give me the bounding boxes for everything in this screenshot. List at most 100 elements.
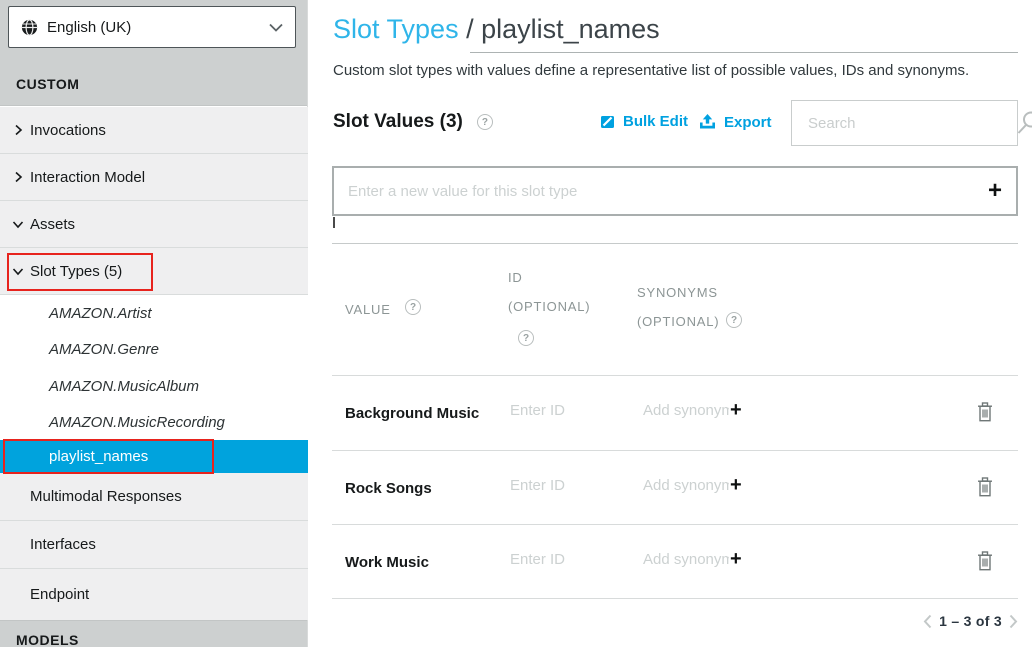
sidebar-item-endpoint[interactable]: Endpoint (0, 569, 308, 620)
sidebar-item-slot-types[interactable]: Slot Types (5) (0, 248, 308, 294)
slot-type-label: AMAZON.MusicRecording (49, 414, 225, 431)
new-slot-value-input[interactable] (334, 183, 988, 200)
chevron-down-icon (11, 217, 25, 231)
chevron-down-icon (269, 23, 283, 32)
slot-type-label: AMAZON.Genre (49, 341, 159, 358)
sidebar-item-label: Multimodal Responses (30, 488, 182, 505)
slot-type-label: AMAZON.MusicAlbum (49, 378, 199, 395)
sidebar-item-playlist-names[interactable]: playlist_names (0, 440, 308, 473)
row-id-input[interactable] (510, 402, 622, 419)
delete-row-button[interactable] (976, 477, 994, 498)
alexa-console-slot-types-page: English (UK) CUSTOM Invocations Interact… (0, 0, 1032, 647)
column-header-synonyms-label: SYNONYMS (637, 285, 718, 300)
sidebar-item-label: Interfaces (30, 536, 96, 553)
sidebar-item-amazon-artist[interactable]: AMAZON.Artist (0, 295, 308, 331)
language-selector[interactable]: English (UK) (8, 6, 296, 48)
slot-values-heading: Slot Values (3) ? (333, 111, 493, 133)
help-icon[interactable]: ? (405, 299, 421, 315)
slot-values-title: Slot Values (3) (333, 111, 463, 133)
sidebar: English (UK) CUSTOM Invocations Interact… (0, 0, 308, 647)
column-header-synonyms-optional-label: (OPTIONAL) (637, 314, 719, 329)
help-icon[interactable]: ? (477, 114, 493, 130)
breadcrumb: Slot Types / playlist_names (333, 14, 660, 45)
help-icon[interactable]: ? (518, 330, 534, 346)
table-row: Rock Songs + (332, 450, 1018, 524)
breadcrumb-separator: / (459, 14, 482, 44)
column-header-id-label: ID (508, 270, 523, 285)
column-header-id-optional-label: (OPTIONAL) (508, 299, 590, 314)
title-underline (470, 52, 1018, 53)
chevron-right-icon (11, 123, 25, 137)
sidebar-item-label: Interaction Model (30, 169, 145, 186)
sidebar-item-label: Invocations (30, 122, 106, 139)
sidebar-bottom-section: MODELS (0, 620, 307, 647)
row-id-input[interactable] (510, 477, 622, 494)
column-header-id: ID (508, 270, 523, 285)
sidebar-item-interfaces[interactable]: Interfaces (0, 521, 308, 568)
sidebar-top-section: English (UK) CUSTOM (0, 0, 307, 106)
add-synonym-button[interactable]: + (730, 475, 742, 495)
slot-value-text[interactable]: Rock Songs (345, 480, 432, 497)
chevron-down-icon (11, 264, 25, 278)
export-label: Export (724, 114, 772, 131)
row-synonym-input[interactable] (643, 402, 729, 419)
search-input[interactable] (792, 115, 1015, 132)
slot-type-label: AMAZON.Artist (49, 305, 152, 322)
delete-row-button[interactable] (976, 551, 994, 572)
export-button[interactable]: Export (698, 113, 772, 131)
main-content: Slot Types / playlist_names Custom slot … (309, 0, 1032, 647)
sidebar-item-interaction-model[interactable]: Interaction Model (0, 154, 308, 200)
sidebar-item-assets[interactable]: Assets (0, 201, 308, 247)
section-header-custom: CUSTOM (16, 76, 79, 92)
text-cursor-artifact (333, 217, 335, 228)
bulk-edit-label: Bulk Edit (623, 113, 688, 130)
search-icon[interactable] (1015, 110, 1032, 136)
column-header-synonyms: SYNONYMS (637, 285, 718, 300)
divider (332, 598, 1018, 599)
trash-icon (976, 477, 994, 498)
export-upload-icon (698, 113, 717, 131)
column-header-value: VALUE (345, 302, 391, 317)
slot-type-label: playlist_names (49, 448, 148, 465)
page-description: Custom slot types with values define a r… (333, 62, 969, 79)
sidebar-item-amazon-musicalbum[interactable]: AMAZON.MusicAlbum (0, 368, 308, 404)
page-title: playlist_names (481, 14, 660, 44)
breadcrumb-slot-types-link[interactable]: Slot Types (333, 14, 459, 44)
sidebar-item-invocations[interactable]: Invocations (0, 107, 308, 153)
bulk-edit-button[interactable]: Bulk Edit (599, 113, 688, 130)
pagination: 1 – 3 of 3 (923, 613, 1018, 629)
add-value-button[interactable]: + (988, 179, 1002, 203)
slot-value-text[interactable]: Work Music (345, 554, 429, 571)
table-row: Background Music + (332, 375, 1018, 449)
pagination-next-icon[interactable] (1009, 614, 1018, 629)
sidebar-item-label: Slot Types (5) (30, 263, 122, 280)
pagination-label: 1 – 3 of 3 (939, 613, 1002, 629)
column-header-id-optional: (OPTIONAL) (508, 299, 590, 314)
globe-icon (21, 19, 38, 36)
row-synonym-input[interactable] (643, 477, 729, 494)
sidebar-item-multimodal-responses[interactable]: Multimodal Responses (0, 473, 308, 520)
row-id-input[interactable] (510, 551, 622, 568)
sidebar-item-amazon-genre[interactable]: AMAZON.Genre (0, 331, 308, 368)
trash-icon (976, 402, 994, 423)
add-synonym-button[interactable]: + (730, 549, 742, 569)
sidebar-item-label: Assets (30, 216, 75, 233)
pagination-prev-icon[interactable] (923, 614, 932, 629)
help-icon[interactable]: ? (726, 312, 742, 328)
language-selector-value: English (UK) (47, 19, 269, 36)
chevron-right-icon (11, 170, 25, 184)
column-header-value-label: VALUE (345, 302, 391, 317)
column-header-synonyms-optional: (OPTIONAL) (637, 314, 719, 329)
table-row: Work Music + (332, 524, 1018, 598)
delete-row-button[interactable] (976, 402, 994, 423)
sidebar-item-label: Endpoint (30, 586, 89, 603)
search-box (791, 100, 1018, 146)
bulk-edit-icon (599, 113, 616, 130)
trash-icon (976, 551, 994, 572)
row-synonym-input[interactable] (643, 551, 729, 568)
slot-values-table: VALUE ? ID (OPTIONAL) ? SYNONYMS (OPTION… (332, 243, 1018, 598)
sidebar-item-amazon-musicrecording[interactable]: AMAZON.MusicRecording (0, 404, 308, 440)
section-header-models: MODELS (16, 632, 79, 647)
slot-value-text[interactable]: Background Music (345, 405, 479, 422)
add-synonym-button[interactable]: + (730, 400, 742, 420)
